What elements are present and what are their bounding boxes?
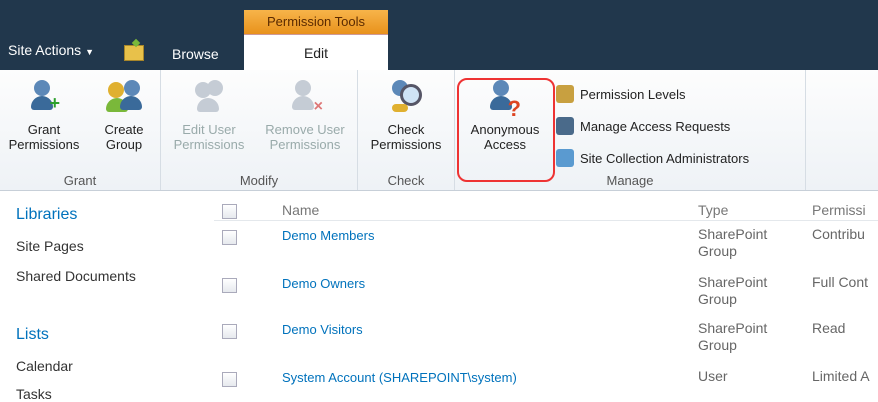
anonymous-access-highlight <box>457 78 555 182</box>
row-name-link[interactable]: Demo Members <box>282 228 374 243</box>
remove-user-label-1: Remove User <box>265 122 345 137</box>
row-type: SharePoint Group <box>698 320 768 353</box>
edit-user-label-2: Permissions <box>173 137 245 152</box>
create-group-label-1: Create <box>104 122 144 137</box>
site-actions-menu[interactable]: Site Actions ▼ <box>8 42 94 58</box>
grant-permissions-button[interactable]: + Grant Permissions <box>6 78 82 152</box>
row-checkbox[interactable] <box>222 230 237 245</box>
row-name-link[interactable]: Demo Owners <box>282 276 365 291</box>
row-permission: Limited A <box>812 368 870 384</box>
create-group-icon <box>106 78 142 114</box>
nav-item-calendar[interactable]: Calendar <box>16 358 73 374</box>
grant-permissions-icon: + <box>26 78 62 114</box>
row-checkbox[interactable] <box>222 324 237 339</box>
create-group-button[interactable]: Create Group <box>92 78 156 152</box>
navigate-up-icon[interactable] <box>124 45 144 61</box>
manage-access-requests-label: Manage Access Requests <box>580 118 731 134</box>
edit-user-permissions-button[interactable]: Edit User Permissions <box>167 78 251 152</box>
check-permissions-label-1: Check <box>387 122 425 137</box>
create-group-label-2: Group <box>105 137 143 152</box>
remove-user-permissions-button[interactable]: × Remove User Permissions <box>257 78 353 152</box>
header-divider <box>214 220 878 221</box>
dropdown-arrow-icon: ▼ <box>85 47 95 57</box>
row-checkbox[interactable] <box>222 372 237 387</box>
row-name-link[interactable]: Demo Visitors <box>282 322 363 337</box>
site-collection-administrators-button[interactable]: Site Collection Administrators <box>556 142 749 174</box>
check-group-label: Check <box>387 173 425 188</box>
row-type: User <box>698 368 728 384</box>
manage-access-requests-button[interactable]: Manage Access Requests <box>556 110 749 142</box>
row-permission: Full Cont <box>812 274 869 290</box>
row-permission: Contribu <box>812 226 865 242</box>
nav-item-tasks[interactable]: Tasks <box>16 386 52 402</box>
site-collection-administrators-label: Site Collection Administrators <box>580 150 750 166</box>
remove-user-label-2: Permissions <box>269 137 341 152</box>
check-group: Check Permissions Check <box>358 70 455 190</box>
check-permissions-icon <box>388 78 424 114</box>
permission-levels-button[interactable]: Permission Levels <box>556 78 749 110</box>
permission-tools-context-header: Permission Tools <box>244 10 388 34</box>
edit-user-label-1: Edit User <box>182 122 236 137</box>
row-permission: Read <box>812 320 846 336</box>
column-header-type[interactable]: Type <box>698 202 728 218</box>
modify-group-label: Modify <box>239 173 279 188</box>
nav-item-site-pages[interactable]: Site Pages <box>16 238 84 254</box>
row-checkbox[interactable] <box>222 278 237 293</box>
modify-group: Edit User Permissions × Remove User Perm… <box>161 70 358 190</box>
edit-user-permissions-icon <box>191 78 227 114</box>
site-collection-admins-icon <box>556 149 574 167</box>
check-permissions-label-2: Permissions <box>370 137 442 152</box>
grant-permissions-label-1: Grant <box>27 122 61 137</box>
tab-browse[interactable]: Browse <box>172 46 219 62</box>
tab-edit[interactable]: Edit <box>244 34 388 71</box>
grant-permissions-label-2: Permissions <box>8 137 80 152</box>
nav-item-shared-documents[interactable]: Shared Documents <box>16 268 136 284</box>
nav-heading-lists[interactable]: Lists <box>16 326 49 344</box>
column-header-name[interactable]: Name <box>282 202 319 218</box>
grant-group-label: Grant <box>63 173 97 188</box>
column-header-permissions[interactable]: Permissi <box>812 202 866 218</box>
quick-launch: Libraries Site Pages Shared Documents Li… <box>0 190 214 402</box>
site-actions-label: Site Actions <box>8 42 82 58</box>
permission-levels-label: Permission Levels <box>580 86 686 102</box>
row-type: SharePoint Group <box>698 226 768 259</box>
permission-levels-icon <box>556 85 574 103</box>
remove-user-permissions-icon: × <box>287 78 323 115</box>
select-all-checkbox[interactable] <box>222 204 237 219</box>
access-requests-icon <box>556 117 574 135</box>
manage-small-buttons: Permission Levels Manage Access Requests… <box>556 78 749 174</box>
check-permissions-button[interactable]: Check Permissions <box>364 78 448 152</box>
row-type: SharePoint Group <box>698 274 768 307</box>
row-name-link[interactable]: System Account (SHAREPOINT\system) <box>282 370 517 385</box>
nav-heading-libraries[interactable]: Libraries <box>16 206 77 224</box>
grant-group: + Grant Permissions Create Group Grant <box>0 70 161 190</box>
